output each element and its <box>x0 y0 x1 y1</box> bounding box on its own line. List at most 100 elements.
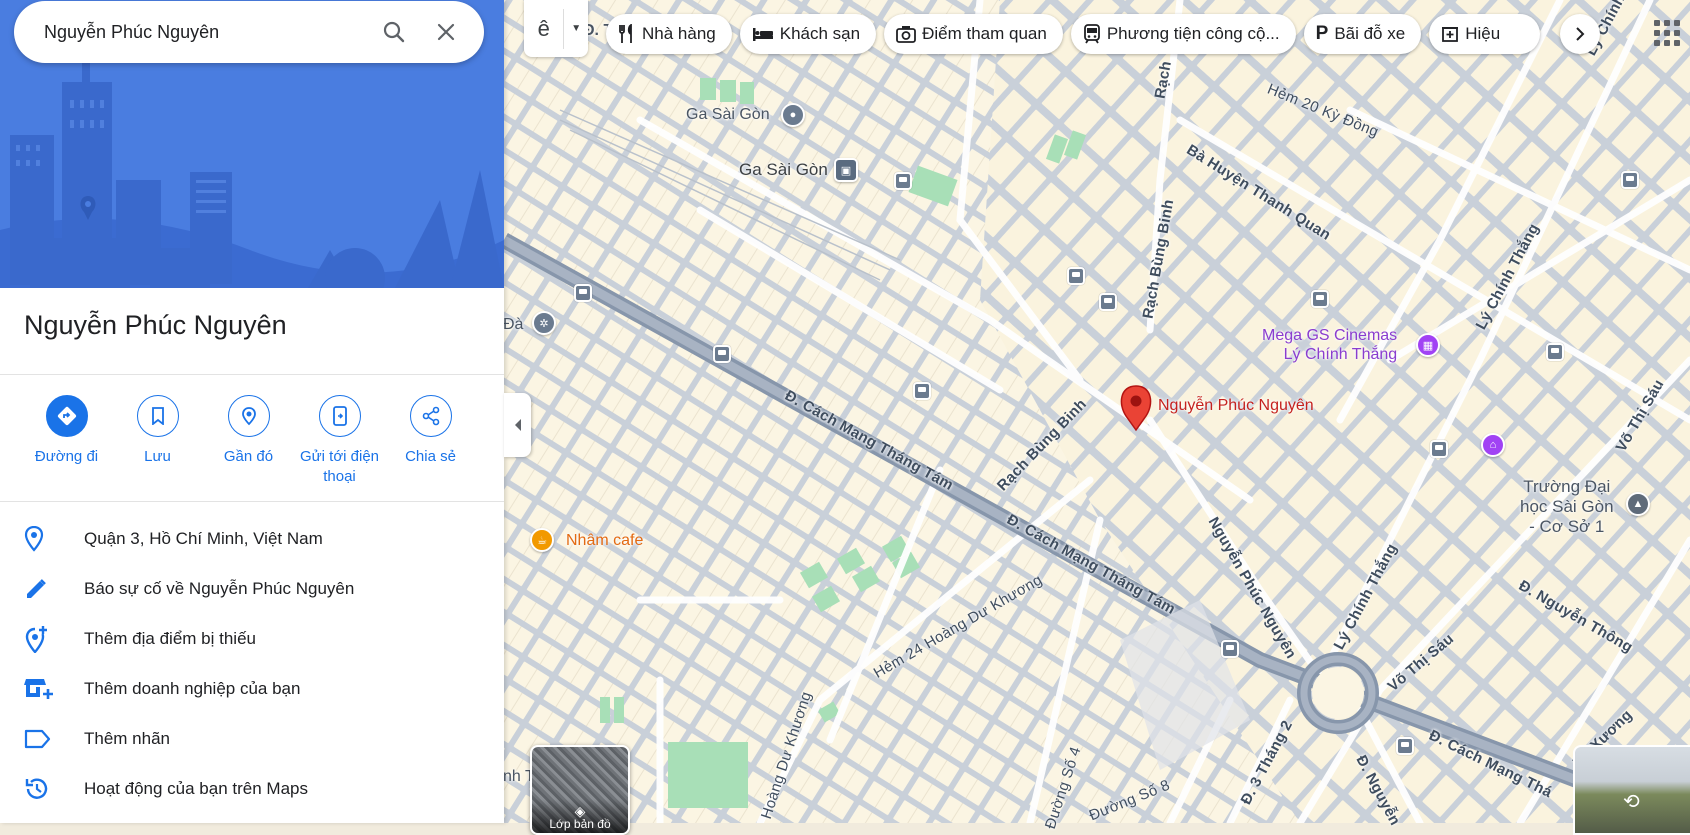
add-label-text: Thêm nhãn <box>84 729 170 748</box>
add-place-text: Thêm địa điểm bị thiếu <box>84 629 256 648</box>
search-box[interactable]: Nguyễn Phúc Nguyên <box>14 1 484 63</box>
action-label: Gửi tới điện thoại <box>299 448 380 485</box>
bus-stop-icon[interactable] <box>1430 440 1448 458</box>
chip-attractions[interactable]: Điểm tham quan <box>884 14 1063 54</box>
poi-label: Đà <box>503 316 524 333</box>
street-view-rotate-icon: ⟲ <box>1623 791 1640 813</box>
station-icon[interactable]: ● <box>781 103 805 127</box>
add-business-text: Thêm doanh nghiệp của bạn <box>84 679 301 698</box>
share-icon <box>409 395 452 437</box>
bus-stop-icon[interactable] <box>1311 290 1329 308</box>
bus-stop-icon[interactable] <box>574 284 592 302</box>
chip-pharmacy[interactable]: Hiệu <box>1429 14 1541 54</box>
chevron-left-icon <box>514 419 521 431</box>
report-issue-text: Báo sự cố về Nguyễn Phúc Nguyên <box>84 579 355 598</box>
maps-activity-row[interactable]: Hoạt động của bạn trên Maps <box>0 764 504 814</box>
add-business-row[interactable]: Thêm doanh nghiệp của bạn <box>0 664 504 714</box>
poi-label[interactable]: Mega GS Cinemas Lý Chính Thắng <box>1262 326 1397 364</box>
add-label-row[interactable]: Thêm nhãn <box>0 714 504 764</box>
bus-stop-icon[interactable] <box>1221 640 1239 658</box>
nearby-icon <box>227 395 270 437</box>
layers-label: ◈ Lớp bản đồ <box>532 799 628 833</box>
pharmacy-icon <box>1441 25 1459 43</box>
info-list: Quận 3, Hồ Chí Minh, Việt Nam Báo sự cố … <box>0 502 504 814</box>
school-icon[interactable]: ▲ <box>1626 492 1650 516</box>
search-icon[interactable] <box>368 6 420 58</box>
maps-activity-text: Hoạt động của bạn trên Maps <box>84 779 308 798</box>
action-label: Đường đi <box>34 448 99 465</box>
input-tools-glyph[interactable]: ê <box>524 8 565 49</box>
chip-label: Bãi đỗ xe <box>1334 24 1406 43</box>
chip-label: Nhà hàng <box>642 24 716 43</box>
worship-icon[interactable]: ✲ <box>532 311 556 335</box>
place-title: Nguyễn Phúc Nguyên <box>24 310 287 340</box>
marker-label[interactable]: Nguyễn Phúc Nguyên <box>1158 397 1314 415</box>
action-bar: Đường đi Lưu Gần đó Gửi tới điện thoại C… <box>0 375 504 501</box>
poi-label[interactable]: Nhâm cafe <box>566 532 643 550</box>
chip-label: Khách sạn <box>779 24 861 43</box>
street-view-thumbnail[interactable]: ⟲ <box>1573 745 1690 835</box>
chevron-right-icon <box>1576 27 1585 41</box>
layers-button[interactable]: ◈ Lớp bản đồ <box>530 745 630 835</box>
chip-label: Điểm tham quan <box>922 24 1047 43</box>
chip-hotels[interactable]: Khách sạn <box>739 14 877 54</box>
transit-icon <box>1083 24 1101 44</box>
input-tools-toggle[interactable]: ê ▼ <box>524 0 588 57</box>
chip-restaurants[interactable]: Nhà hàng <box>606 14 732 54</box>
bus-stop-icon[interactable] <box>713 345 731 363</box>
share-button[interactable]: Chia sẻ <box>385 395 476 501</box>
bus-stop-icon[interactable] <box>1621 171 1639 189</box>
camera-icon <box>896 25 916 43</box>
caret-down-icon[interactable]: ▼ <box>564 23 588 34</box>
chip-parking[interactable]: P Bãi đỗ xe <box>1303 14 1422 54</box>
send-to-phone-icon <box>318 395 361 437</box>
address-row[interactable]: Quận 3, Hồ Chí Minh, Việt Nam <box>0 514 504 564</box>
save-button[interactable]: Lưu <box>112 395 203 501</box>
cafe-icon[interactable]: ☕ <box>530 528 554 552</box>
nearby-button[interactable]: Gần đó <box>203 395 294 501</box>
directions-icon <box>45 395 88 437</box>
close-icon[interactable] <box>420 6 472 58</box>
poi-label[interactable]: Ga Sài Gòn <box>739 160 828 180</box>
poi-label[interactable]: Ga Sài Gòn <box>686 106 770 124</box>
bus-stop-icon[interactable] <box>1067 267 1085 285</box>
bus-stop-icon[interactable] <box>1396 737 1414 755</box>
history-icon <box>0 776 84 802</box>
place-panel: Nguyễn Phúc Nguyên Nguyễn Phúc Nguyên Đư… <box>0 0 504 823</box>
layers-text: Lớp bản đồ <box>549 817 611 831</box>
chip-label: Hiệu <box>1465 24 1501 43</box>
category-chips: Nhà hàng Khách sạn Điểm tham quan Phương… <box>606 14 1541 54</box>
address-text: Quận 3, Hồ Chí Minh, Việt Nam <box>84 529 323 548</box>
poi-label[interactable]: Trường Đại học Sài Gòn - Cơ Sở 1 <box>1520 477 1614 537</box>
hotel-icon <box>752 26 774 42</box>
attraction-icon[interactable]: ⌂ <box>1481 433 1505 457</box>
action-label: Chia sẻ <box>405 448 456 465</box>
cinema-icon[interactable]: ▦ <box>1416 333 1440 357</box>
search-input[interactable]: Nguyễn Phúc Nguyên <box>14 22 368 43</box>
action-label: Gần đó <box>223 448 274 465</box>
parking-icon: P <box>1315 23 1329 44</box>
location-pin-icon <box>0 526 84 552</box>
add-location-icon <box>0 625 84 653</box>
send-to-phone-button[interactable]: Gửi tới điện thoại <box>294 395 385 501</box>
bus-stop-icon[interactable] <box>1099 293 1117 311</box>
action-label: Lưu <box>144 448 171 465</box>
pencil-icon <box>0 577 84 601</box>
bus-stop-icon[interactable] <box>894 172 912 190</box>
collapse-panel-button[interactable] <box>504 393 531 457</box>
report-issue-row[interactable]: Báo sự cố về Nguyễn Phúc Nguyên <box>0 564 504 614</box>
chip-transit[interactable]: Phương tiện công cộ... <box>1070 14 1296 54</box>
chip-label: Phương tiện công cộ... <box>1106 24 1280 43</box>
bus-stop-icon[interactable] <box>913 382 931 400</box>
train-icon[interactable]: ▣ <box>834 158 858 182</box>
label-icon <box>0 729 84 749</box>
chips-next-button[interactable] <box>1560 14 1600 54</box>
add-business-icon <box>0 677 84 701</box>
layers-icon: ◈ <box>574 803 586 819</box>
hero-illustration: Nguyễn Phúc Nguyên <box>0 0 504 288</box>
google-apps-icon[interactable] <box>1648 14 1680 46</box>
add-place-row[interactable]: Thêm địa điểm bị thiếu <box>0 614 504 664</box>
bus-stop-icon[interactable] <box>1546 343 1564 361</box>
directions-button[interactable]: Đường đi <box>21 395 112 501</box>
restaurant-icon <box>618 24 636 44</box>
